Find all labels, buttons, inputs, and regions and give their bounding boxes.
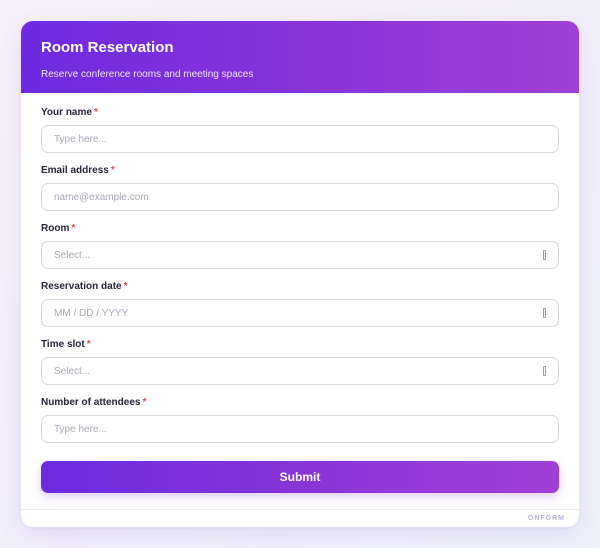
field-label: Reservation date * — [41, 281, 128, 292]
field-label: Time slot * — [41, 339, 91, 350]
reservation-form-card: Room Reservation Reserve conference room… — [21, 21, 579, 527]
room-select[interactable]: Select... — [41, 241, 559, 269]
field-label: Room * — [41, 223, 76, 234]
select-indicator-icon — [543, 366, 546, 376]
form-subtitle: Reserve conference rooms and meeting spa… — [41, 69, 254, 80]
field-label: Number of attendees * — [41, 397, 147, 408]
email-input[interactable] — [54, 191, 546, 203]
required-mark: * — [86, 339, 91, 350]
form-body: Your name* Email address* Room* Select..… — [21, 93, 579, 443]
field-room: Room * Select... — [41, 223, 559, 269]
form-title: Room Reservation — [41, 39, 174, 56]
submit-wrap: Submit — [21, 461, 579, 493]
attendees-input[interactable] — [54, 423, 546, 435]
field-label: Your name * — [41, 107, 98, 118]
time-slot-select[interactable]: Select... — [41, 357, 559, 385]
calendar-indicator-icon[interactable] — [543, 308, 546, 318]
attendees-input-box[interactable] — [41, 415, 559, 443]
field-reservation-date: Reservation date * MM / DD / YYYY — [41, 281, 559, 327]
submit-button[interactable]: Submit — [41, 461, 559, 493]
brand-label: ONFORM — [527, 515, 565, 522]
date-input[interactable]: MM / DD / YYYY — [41, 299, 559, 327]
required-mark: * — [93, 107, 98, 118]
form-header: Room Reservation Reserve conference room… — [21, 21, 579, 93]
required-mark: * — [71, 223, 76, 234]
form-footer: ONFORM — [21, 509, 579, 527]
required-mark: * — [123, 281, 128, 292]
select-indicator-icon — [543, 250, 546, 260]
field-label: Email address * — [41, 165, 115, 176]
field-email: Email address * — [41, 165, 559, 211]
field-time-slot: Time slot * Select... — [41, 339, 559, 385]
room-select-placeholder: Select... — [54, 249, 91, 261]
name-input-box[interactable] — [41, 125, 559, 153]
time-slot-placeholder: Select... — [54, 365, 91, 377]
date-input-placeholder: MM / DD / YYYY — [54, 307, 129, 319]
email-input-box[interactable] — [41, 183, 559, 211]
field-attendees: Number of attendees * — [41, 397, 559, 443]
required-mark: * — [142, 397, 147, 408]
required-mark: * — [110, 165, 115, 176]
field-your-name: Your name * — [41, 107, 559, 153]
name-input[interactable] — [54, 133, 546, 145]
